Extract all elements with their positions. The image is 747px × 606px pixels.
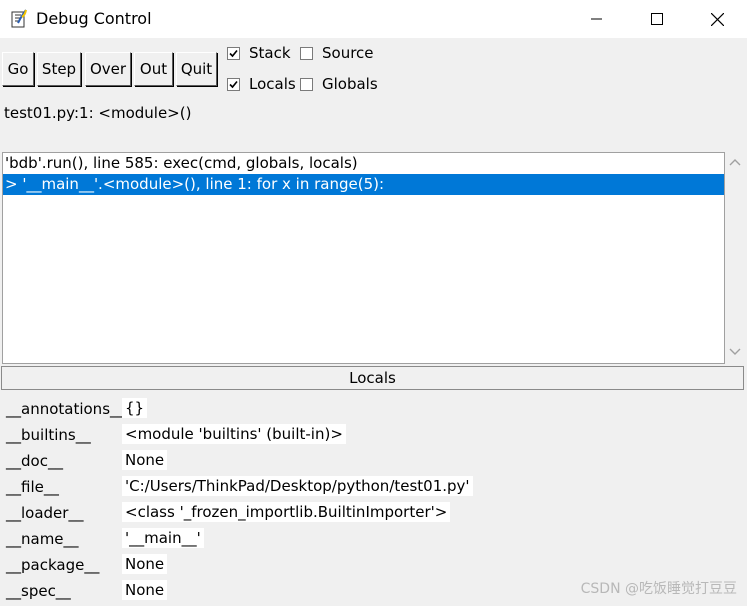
source-label: Source (322, 44, 374, 62)
stack-line[interactable]: 'bdb'.run(), line 585: exec(cmd, globals… (3, 153, 724, 174)
table-row: __package__ None (0, 552, 747, 578)
table-row: __doc__ None (0, 448, 747, 474)
local-value: None (122, 580, 168, 600)
locals-label: Locals (249, 75, 296, 93)
title-bar: Debug Control (0, 0, 747, 38)
locals-checkbox[interactable]: Locals (227, 75, 296, 93)
local-name: __annotations__ (6, 400, 126, 418)
locals-header: Locals (1, 366, 744, 390)
local-value: {} (122, 398, 148, 418)
local-value: None (122, 554, 168, 574)
local-name: __package__ (6, 556, 100, 574)
stack-checkbox[interactable]: Stack (227, 44, 291, 62)
local-value: None (122, 450, 168, 470)
maximize-icon (651, 13, 663, 25)
checkbox-box (227, 77, 240, 91)
watermark: CSDN @吃饭睡觉打豆豆 (580, 581, 737, 597)
scroll-down-icon[interactable] (729, 348, 741, 356)
globals-label: Globals (322, 75, 378, 93)
stack-line-selected[interactable]: > '__main__'.<module>(), line 1: for x i… (3, 174, 724, 195)
window-title: Debug Control (36, 9, 152, 28)
out-button[interactable]: Out (134, 52, 173, 86)
stack-scrollbar[interactable] (725, 152, 745, 364)
local-name: __loader__ (6, 504, 84, 522)
table-row: __builtins__ <module 'builtins' (built-i… (0, 422, 747, 448)
minimize-icon (591, 18, 602, 20)
local-name: __doc__ (6, 452, 63, 470)
maximize-button[interactable] (627, 0, 687, 38)
status-text: test01.py:1: <module>() (4, 104, 192, 122)
local-name: __name__ (6, 530, 79, 548)
checkbox-box (227, 46, 240, 60)
checkmark-icon (229, 80, 238, 88)
go-button[interactable]: Go (2, 52, 34, 86)
local-value: 'C:/Users/ThinkPad/Desktop/python/test01… (122, 476, 473, 496)
globals-checkbox[interactable]: Globals (300, 75, 378, 93)
table-row: __annotations__ {} (0, 396, 747, 422)
minimize-button[interactable] (567, 0, 627, 38)
local-name: __file__ (6, 478, 59, 496)
checkbox-box (300, 77, 313, 91)
table-row: __file__ 'C:/Users/ThinkPad/Desktop/pyth… (0, 474, 747, 500)
scroll-up-icon[interactable] (729, 158, 741, 166)
stack-listbox[interactable]: 'bdb'.run(), line 585: exec(cmd, globals… (2, 152, 725, 364)
source-checkbox[interactable]: Source (300, 44, 374, 62)
over-button[interactable]: Over (85, 52, 131, 86)
local-name: __spec__ (6, 582, 71, 600)
local-value: <class '_frozen_importlib.BuiltinImporte… (122, 502, 451, 522)
python-feather-icon[interactable] (10, 9, 28, 29)
locals-table: __annotations__ {} __builtins__ <module … (0, 392, 747, 606)
local-value: <module 'builtins' (built-in)> (122, 424, 346, 444)
close-icon (710, 12, 724, 26)
table-row: __name__ '__main__' (0, 526, 747, 552)
table-row: __loader__ <class '_frozen_importlib.Bui… (0, 500, 747, 526)
checkmark-icon (229, 49, 238, 57)
step-button[interactable]: Step (37, 52, 81, 86)
quit-button[interactable]: Quit (176, 52, 217, 86)
checkbox-box (300, 46, 313, 60)
local-value: '__main__' (122, 528, 204, 548)
close-button[interactable] (687, 0, 747, 38)
stack-label: Stack (249, 44, 291, 62)
local-name: __builtins__ (6, 426, 91, 444)
